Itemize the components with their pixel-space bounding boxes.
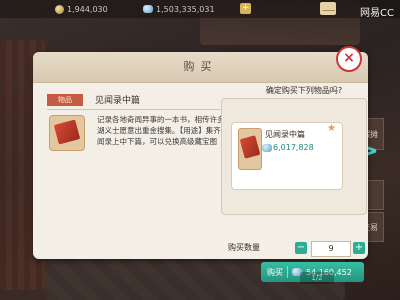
quantity-plus-button[interactable]: + [353,242,365,254]
coin-resource: 1,944,030 [55,2,108,16]
purchase-dialog: 购买 × 物品 见闻录中篇 记录各地奇闻异事的一本书，相传许多江湖义士愿意出重金… [33,46,368,282]
jade-icon [143,5,153,13]
item-description: 记录各地奇闻异事的一本书，相传许多江湖义士愿意出重金搜集。【用途】集齐见闻录上中… [97,115,232,146]
coin-icon [55,4,64,14]
confirm-item-thumbnail [238,128,262,170]
page-indicator: 1/2 [300,272,334,284]
quantity-field[interactable]: 9 [311,241,351,257]
jade-amount: 1,503,335,031 [156,4,215,14]
divider [47,109,227,110]
jade-resource: 1,503,335,031 [143,2,215,16]
add-currency-button[interactable]: + [240,3,251,14]
jade-icon [262,144,272,152]
item-name: 见闻录中篇 [95,96,141,106]
separator [287,266,288,278]
brand-watermark: 网易CC [360,8,394,19]
close-button[interactable]: × [336,46,362,72]
resource-bar: 1,944,030 1,503,335,031 + 网易CC [0,0,400,19]
confirm-question: 确定购买下列物品吗? [265,86,343,95]
confirm-item-price: 6,017,828 [273,143,314,152]
game-screen: 1,944,030 1,503,335,031 + 网易CC 摆摊 > 交易 购… [0,0,400,300]
dialog-title-bar: 购买 [33,52,368,83]
item-thumbnail [49,115,85,151]
dialog-title: 购买 [183,60,218,73]
buy-label: 购买 [267,267,283,277]
book-icon [239,135,261,159]
quantity-minus-button[interactable]: − [295,242,307,254]
star-icon: ★ [327,123,336,134]
coin-amount: 1,944,030 [67,4,108,14]
quantity-label: 购买数量 [228,243,260,252]
mail-icon[interactable] [320,2,336,15]
item-tag: 物品 [47,94,83,106]
confirm-item-name: 见闻录中篇 [265,130,305,139]
book-icon [53,119,81,145]
